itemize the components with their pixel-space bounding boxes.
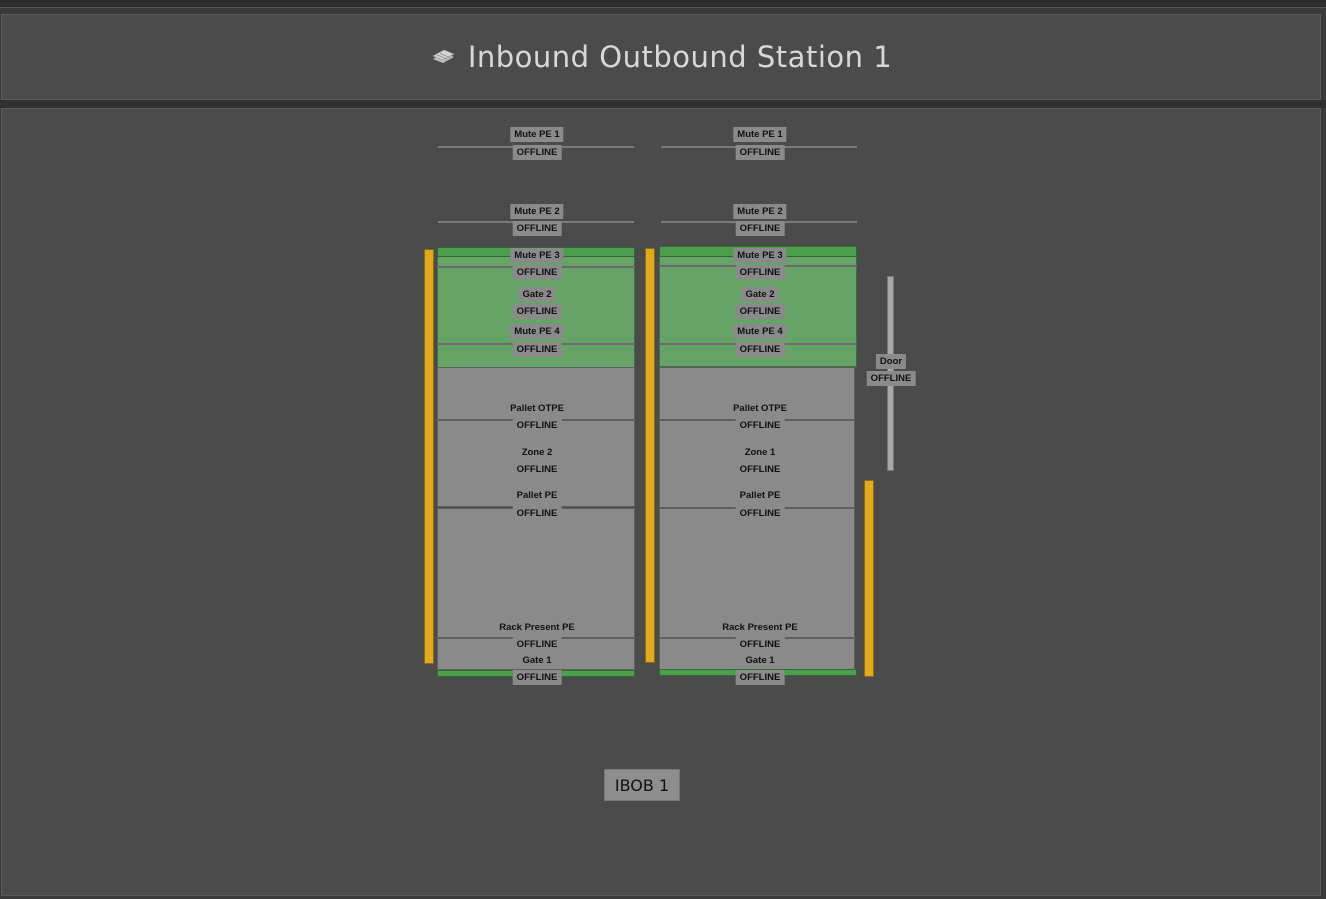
mute-pe-4-status: OFFLINE [512, 342, 562, 357]
pallet-otpe-status: OFFLINE [512, 418, 562, 433]
window-top-bar [0, 0, 1326, 8]
rack-present-pe-label: Rack Present PE [495, 620, 579, 635]
pallet-otpe-status: OFFLINE [735, 418, 785, 433]
rail-right [864, 480, 874, 677]
page-title: Inbound Outbound Station 1 [467, 40, 893, 74]
mute-pe-4-label: Mute PE 4 [510, 324, 564, 339]
mute-pe-2-label: Mute PE 2 [510, 204, 564, 219]
layers-icon [430, 48, 456, 66]
door-status: OFFLINE [866, 371, 916, 386]
mute-pe-3-status: OFFLINE [512, 265, 562, 280]
gate-1-label: Gate 1 [518, 653, 556, 668]
gate-2-label: Gate 2 [741, 287, 779, 302]
gate-2-status: OFFLINE [512, 304, 562, 319]
mute-pe-1-label: Mute PE 1 [733, 127, 787, 142]
mute-pe-2-label: Mute PE 2 [733, 204, 787, 219]
pallet-pe-label: Pallet PE [512, 488, 562, 503]
mute-pe-4-status: OFFLINE [735, 342, 785, 357]
mute-pe-3-status: OFFLINE [735, 265, 785, 280]
gate-1-status: OFFLINE [735, 670, 785, 685]
pallet-pe-label: Pallet PE [735, 488, 785, 503]
station-label: IBOB 1 [604, 769, 680, 801]
header-divider [0, 100, 1326, 108]
mute-pe-2-status: OFFLINE [512, 221, 562, 236]
rack-present-pe-status: OFFLINE [512, 637, 562, 652]
gate-1-label: Gate 1 [741, 653, 779, 668]
rail-left-outer [424, 249, 434, 664]
rack-present-pe-status: OFFLINE [735, 637, 785, 652]
mute-pe-1-label: Mute PE 1 [510, 127, 564, 142]
rack-present-pe-label: Rack Present PE [718, 620, 802, 635]
zone-status: OFFLINE [735, 462, 785, 477]
pallet-otpe-label: Pallet OTPE [729, 401, 791, 416]
pallet-pe-status: OFFLINE [735, 506, 785, 521]
door-label: Door [875, 354, 907, 369]
mute-pe-1-status: OFFLINE [735, 145, 785, 160]
rail-center [645, 248, 655, 663]
gate-1-status: OFFLINE [512, 670, 562, 685]
zone-gray-rack[interactable] [659, 508, 855, 638]
zone-status: OFFLINE [512, 462, 562, 477]
gate-2-label: Gate 2 [518, 287, 556, 302]
mute-pe-2-status: OFFLINE [735, 221, 785, 236]
pallet-pe-status: OFFLINE [512, 506, 562, 521]
zone-label: Zone 2 [517, 445, 557, 460]
zone-gray-rack[interactable] [437, 508, 635, 638]
mute-pe-3-label: Mute PE 3 [510, 248, 564, 263]
zone-label: Zone 1 [740, 445, 780, 460]
mute-pe-3-label: Mute PE 3 [733, 248, 787, 263]
mute-pe-1-status: OFFLINE [512, 145, 562, 160]
pallet-otpe-label: Pallet OTPE [506, 401, 568, 416]
gate-2-status: OFFLINE [735, 304, 785, 319]
page-header: Inbound Outbound Station 1 [1, 14, 1321, 100]
mute-pe-4-label: Mute PE 4 [733, 324, 787, 339]
